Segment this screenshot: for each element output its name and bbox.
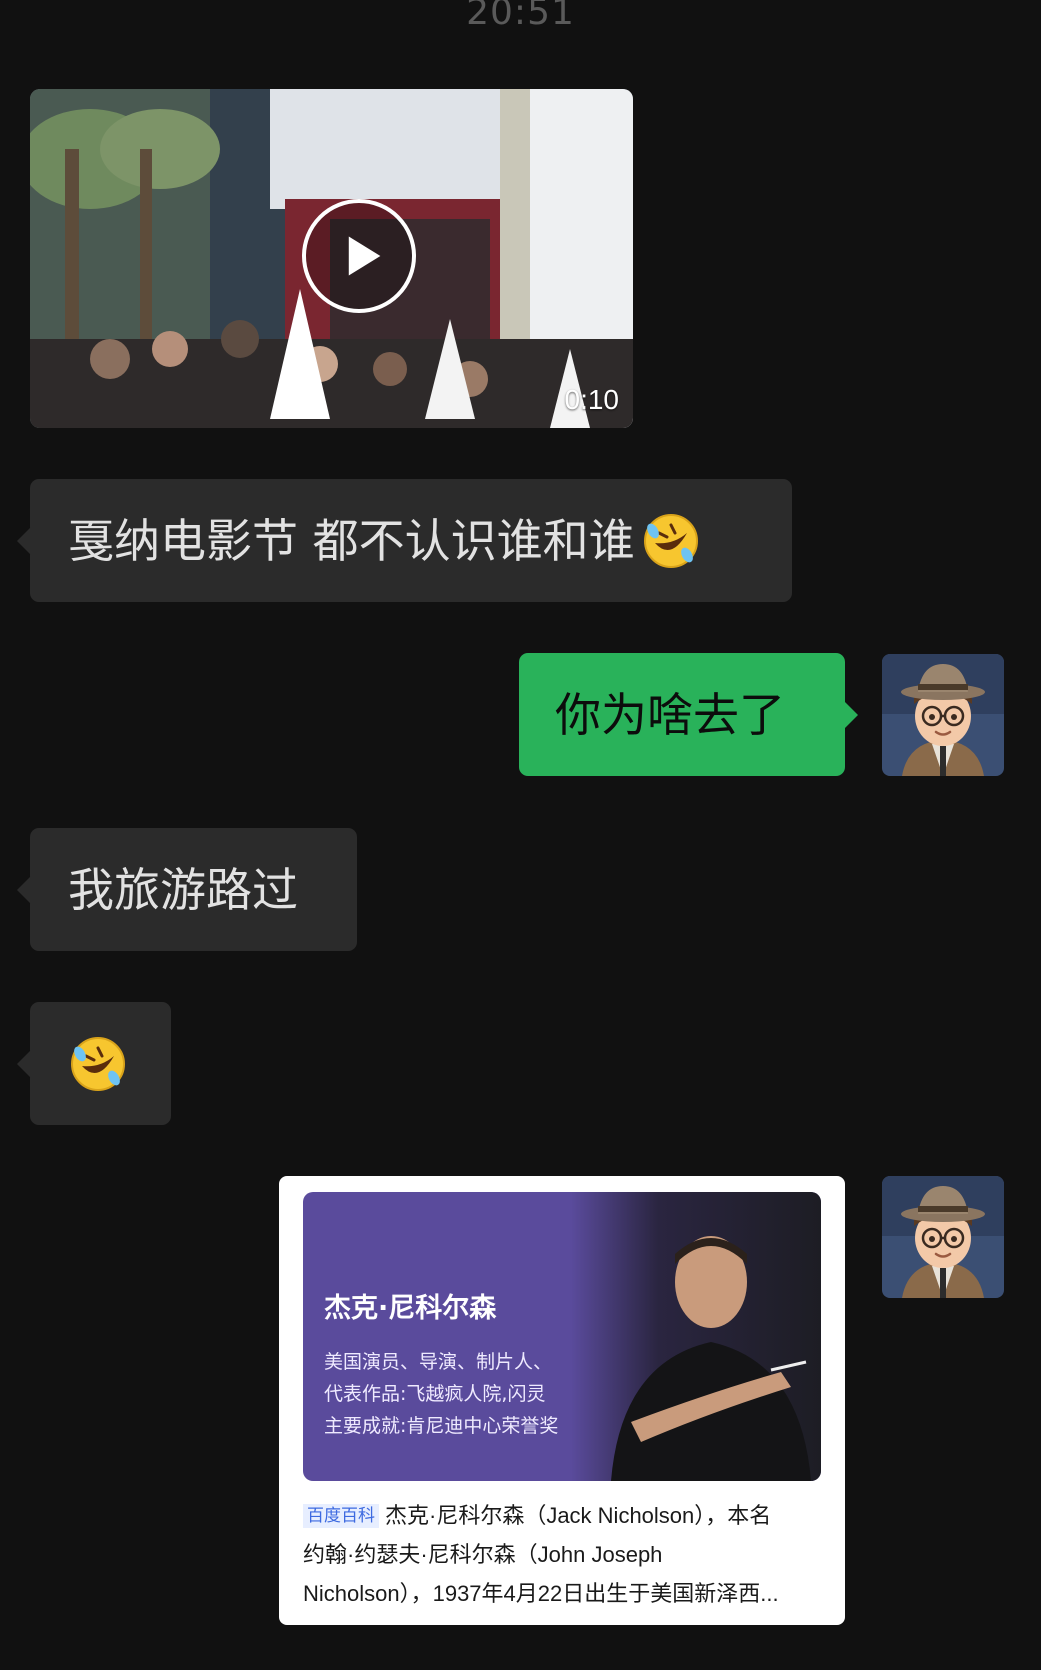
card-summary-line: 百度百科 杰克·尼科尔森（Jack Nicholson），本名 [303, 1496, 823, 1535]
avatar-cartoon-man [882, 654, 1004, 776]
message-bubble-incoming[interactable]: 戛纳电影节 都不认识谁和谁 [17, 479, 792, 602]
card-summary-text: 杰克·尼科尔森（Jack Nicholson），本名 [385, 1503, 772, 1528]
play-button[interactable] [302, 199, 416, 313]
message-bubble-outgoing[interactable]: 你为啥去了 [519, 653, 858, 776]
message-text: 戛纳电影节 都不认识谁和谁 [68, 513, 635, 568]
banner-title: 杰克·尼科尔森 [324, 1293, 497, 1324]
message-text: 我旅游路过 [68, 862, 298, 917]
message-bubble-incoming[interactable]: 我旅游路过 [17, 828, 357, 951]
play-icon [348, 236, 381, 276]
video-message[interactable]: 0:10 [30, 89, 633, 428]
rolling-on-floor-laughing-emoji [68, 1034, 128, 1094]
card-summary: 百度百科 杰克·尼科尔森（Jack Nicholson），本名 约翰·约瑟夫·尼科… [303, 1496, 823, 1613]
link-card-message[interactable]: 杰克·尼科尔森 美国演员、导演、制片人、 代表作品:飞越疯人院,闪灵 主要成就:… [279, 1176, 845, 1625]
portrait-image [571, 1192, 821, 1481]
banner-line: 主要成就:肯尼迪中心荣誉奖 [324, 1415, 559, 1437]
card-banner: 杰克·尼科尔森 美国演员、导演、制片人、 代表作品:飞越疯人院,闪灵 主要成就:… [303, 1192, 821, 1481]
source-badge: 百度百科 [303, 1504, 379, 1528]
rolling-on-floor-laughing-emoji [641, 511, 701, 571]
message-text: 你为啥去了 [555, 687, 785, 742]
avatar-cartoon-man [882, 1176, 1004, 1298]
card-summary-line: 约翰·约瑟夫·尼科尔森（John Joseph [303, 1542, 663, 1567]
message-bubble-incoming[interactable] [17, 1002, 171, 1125]
user-avatar[interactable] [882, 1176, 1004, 1298]
card-summary-line: Nicholson），1937年4月22日出生于美国新泽西... [303, 1581, 779, 1606]
banner-line: 代表作品:飞越疯人院,闪灵 [324, 1383, 546, 1405]
banner-line: 美国演员、导演、制片人、 [324, 1351, 553, 1373]
video-duration: 0:10 [564, 384, 620, 415]
message-timestamp: 20:51 [466, 0, 575, 33]
user-avatar[interactable] [882, 654, 1004, 776]
